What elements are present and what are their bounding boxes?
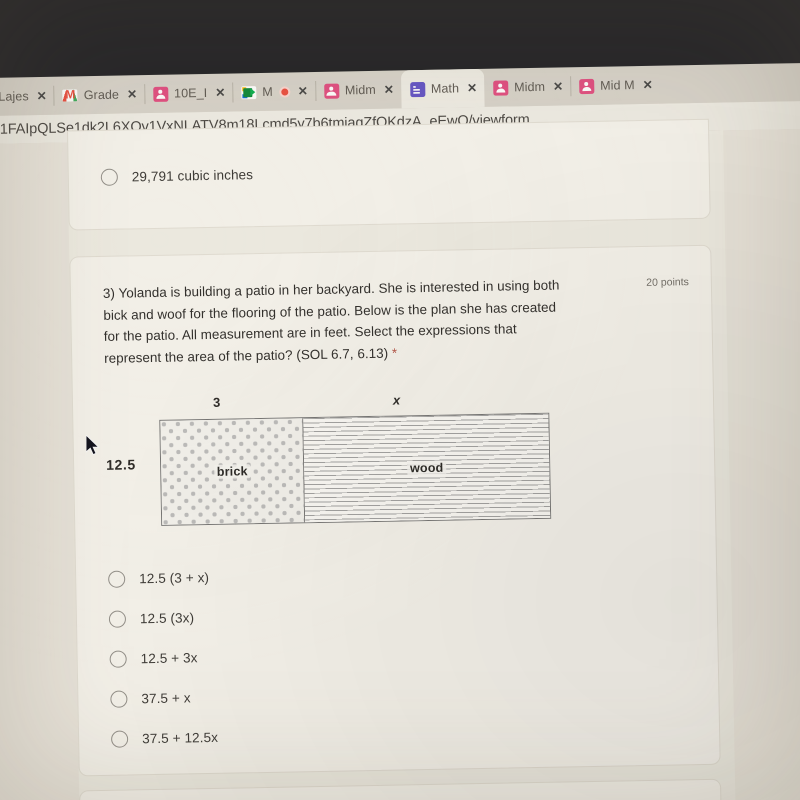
tab-close-icon[interactable]: ✕ <box>643 78 653 92</box>
previous-question-card: 29,791 cubic inches <box>66 118 711 231</box>
patio-rectangle: brick wood <box>159 412 552 526</box>
dimension-wood-width: x <box>392 392 401 408</box>
brick-label: brick <box>213 464 251 479</box>
points-label: 20 points <box>646 276 689 289</box>
classroom-icon <box>152 86 169 102</box>
dimension-height: 12.5 <box>105 456 136 473</box>
browser-tab-midterm-3[interactable]: Mid M ✕ <box>569 66 660 106</box>
browser-tab-math-active[interactable]: Math ✕ <box>400 68 485 109</box>
classroom-icon <box>579 78 595 94</box>
question-line-1: 3) Yolanda is building a patio in her ba… <box>102 278 530 301</box>
page-right-margin <box>723 128 800 800</box>
browser-tab-midterm-2[interactable]: Midm ✕ <box>484 67 571 107</box>
wood-section: wood <box>303 413 551 523</box>
option-label: 37.5 + 12.5x <box>141 729 219 747</box>
option-label: 12.5 (3x) <box>139 610 195 627</box>
gmail-icon <box>62 88 78 103</box>
patio-diagram: 3 x 12.5 brick wood <box>105 387 668 547</box>
browser-tab-10e[interactable]: 10E_I ✕ <box>143 73 233 113</box>
browser-tab-lajes[interactable]: Lajes ✕ <box>0 77 54 117</box>
answer-option-1[interactable]: 12.5 (3 + x) <box>108 569 209 588</box>
answer-option-4[interactable]: 37.5 + x <box>110 689 191 708</box>
browser-tab-meet[interactable]: M ✕ <box>232 72 315 112</box>
answer-option-5[interactable]: 37.5 + 12.5x <box>110 729 219 748</box>
option-label: 12.5 (3 + x) <box>139 569 210 587</box>
option-label: 37.5 + x <box>141 690 191 707</box>
question-text: 3) Yolanda is building a patio in her ba… <box>103 274 574 369</box>
radio-button-icon[interactable] <box>110 730 129 748</box>
dimension-brick-width: 3 <box>212 394 221 410</box>
radio-button-icon[interactable] <box>108 570 126 588</box>
radio-button-icon[interactable] <box>108 610 127 628</box>
forms-purple-icon <box>409 81 426 97</box>
classroom-icon <box>323 83 340 99</box>
tab-label: M <box>262 84 273 99</box>
tab-label: Mid M <box>600 78 635 93</box>
tab-label: 10E_I <box>173 85 208 101</box>
brick-section: brick <box>160 418 306 525</box>
tab-close-icon[interactable]: ✕ <box>553 79 563 93</box>
tab-label: Midm <box>344 82 376 98</box>
answer-option-3[interactable]: 12.5 + 3x <box>109 649 198 668</box>
tab-close-icon[interactable]: ✕ <box>467 81 477 95</box>
recording-indicator-icon <box>278 85 290 98</box>
page-left-margin <box>0 142 81 800</box>
question-card: 3) Yolanda is building a patio in her ba… <box>69 244 721 777</box>
tab-close-icon[interactable]: ✕ <box>215 86 225 100</box>
meet-icon <box>241 85 257 100</box>
required-marker: * <box>391 345 398 361</box>
answer-option-2[interactable]: 12.5 (3x) <box>108 609 195 628</box>
tab-label: Midm <box>514 79 546 95</box>
photographed-screen: Lajes ✕ Grade ✕ 10E_I ✕ M <box>0 0 800 800</box>
screen-content: Lajes ✕ Grade ✕ 10E_I ✕ M <box>0 62 800 800</box>
previous-question-option[interactable]: 29,791 cubic inches <box>100 166 254 186</box>
radio-button-icon[interactable] <box>110 690 128 708</box>
tab-label: Grade <box>83 87 120 103</box>
tab-close-icon[interactable]: ✕ <box>298 84 308 98</box>
tab-close-icon[interactable]: ✕ <box>37 89 47 103</box>
radio-button-icon[interactable] <box>100 168 118 186</box>
classroom-icon <box>493 79 509 96</box>
google-form-body: 29,791 cubic inches 3) Yolanda is buildi… <box>0 118 800 800</box>
option-label: 12.5 + 3x <box>140 650 198 667</box>
browser-tab-midterm-1[interactable]: Midm ✕ <box>314 70 402 110</box>
next-question-card <box>79 778 723 800</box>
browser-tab-grades[interactable]: Grade ✕ <box>53 75 144 115</box>
tab-label: Lajes <box>0 89 29 104</box>
tab-close-icon[interactable]: ✕ <box>384 83 394 97</box>
tab-close-icon[interactable]: ✕ <box>127 87 137 101</box>
option-label: 29,791 cubic inches <box>131 167 254 185</box>
tab-label: Math <box>430 81 460 96</box>
wood-label: wood <box>406 460 447 476</box>
radio-button-icon[interactable] <box>109 650 127 668</box>
